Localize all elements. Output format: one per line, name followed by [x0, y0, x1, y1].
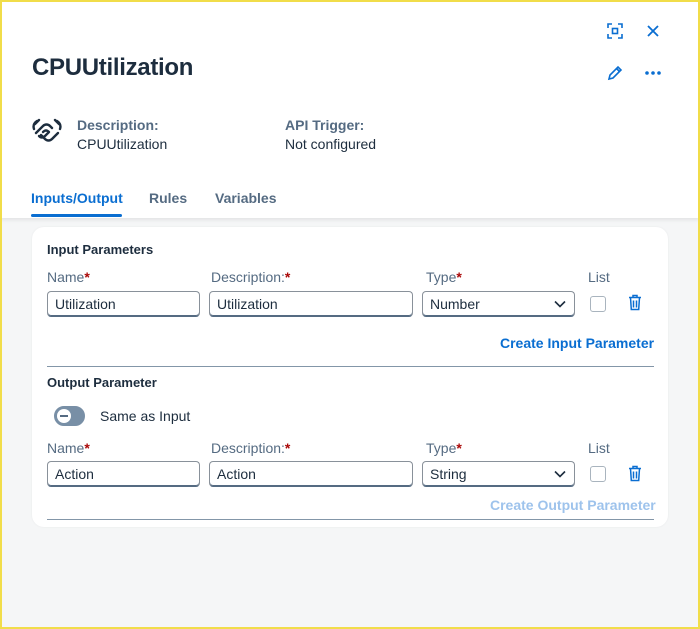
- input-description-column-text: Description:: [211, 269, 285, 285]
- required-asterisk: *: [284, 269, 291, 285]
- more-icon[interactable]: [639, 59, 667, 87]
- output-parameter-title: Output Parameter: [47, 375, 157, 390]
- same-as-input-switch[interactable]: [54, 406, 85, 426]
- output-name-column-text: Name: [47, 440, 85, 456]
- tab-variables[interactable]: Variables: [215, 190, 277, 206]
- output-description-field[interactable]: Action: [209, 461, 413, 487]
- active-tab-indicator: [31, 214, 122, 217]
- dialog-header: CPUUtilization Description: CPUUtilizati…: [0, 0, 700, 218]
- page-title: CPUUtilization: [32, 54, 194, 81]
- output-section-divider: [47, 519, 654, 520]
- output-type-select[interactable]: String: [422, 461, 575, 487]
- api-trigger-value: Not configured: [285, 136, 377, 152]
- input-type-column-label: Type*: [426, 269, 462, 285]
- input-list-column-label: List: [588, 269, 610, 285]
- switch-knob: [57, 409, 71, 423]
- required-asterisk: *: [284, 440, 291, 456]
- input-name-field[interactable]: Utilization: [47, 291, 200, 317]
- input-type-column-text: Type: [426, 269, 457, 285]
- input-description-column-label: Description:*: [211, 269, 290, 285]
- output-name-column-label: Name*: [47, 440, 90, 456]
- required-asterisk: *: [84, 440, 90, 456]
- edit-icon[interactable]: [601, 59, 629, 87]
- fullscreen-icon[interactable]: [601, 17, 629, 45]
- input-name-column-label: Name*: [47, 269, 90, 285]
- output-type-value: String: [430, 466, 467, 482]
- input-name-column-text: Name: [47, 269, 85, 285]
- input-list-checkbox[interactable]: [590, 296, 606, 312]
- output-description-column-label: Description:*: [211, 440, 290, 456]
- required-asterisk: *: [84, 269, 90, 285]
- tab-rules[interactable]: Rules: [149, 190, 187, 206]
- chevron-down-icon: [554, 300, 566, 308]
- output-type-column-label: Type*: [426, 440, 462, 456]
- api-trigger-label: API Trigger:: [285, 117, 365, 133]
- input-type-value: Number: [430, 296, 480, 312]
- create-output-parameter-link: Create Output Parameter: [490, 497, 656, 513]
- output-list-checkbox[interactable]: [590, 466, 606, 482]
- required-asterisk: *: [456, 269, 462, 285]
- description-label: Description:: [77, 117, 159, 133]
- description-value: CPUUtilization: [77, 136, 168, 152]
- input-parameters-title: Input Parameters: [47, 242, 154, 257]
- output-name-field[interactable]: Action: [47, 461, 200, 487]
- tab-inputs-output[interactable]: Inputs/Output: [31, 190, 123, 206]
- delete-output-icon[interactable]: [628, 465, 642, 487]
- process-icon: [31, 115, 63, 147]
- output-type-column-text: Type: [426, 440, 457, 456]
- required-asterisk: *: [456, 440, 462, 456]
- delete-input-icon[interactable]: [628, 294, 642, 316]
- input-description-field[interactable]: Utilization: [209, 291, 413, 317]
- input-section-divider: [47, 366, 654, 367]
- output-list-column-label: List: [588, 440, 610, 456]
- close-icon[interactable]: [639, 17, 667, 45]
- same-as-input-label: Same as Input: [100, 408, 191, 424]
- input-type-select[interactable]: Number: [422, 291, 575, 317]
- create-input-parameter-link[interactable]: Create Input Parameter: [500, 335, 654, 351]
- chevron-down-icon: [554, 470, 566, 478]
- output-description-column-text: Description:: [211, 440, 285, 456]
